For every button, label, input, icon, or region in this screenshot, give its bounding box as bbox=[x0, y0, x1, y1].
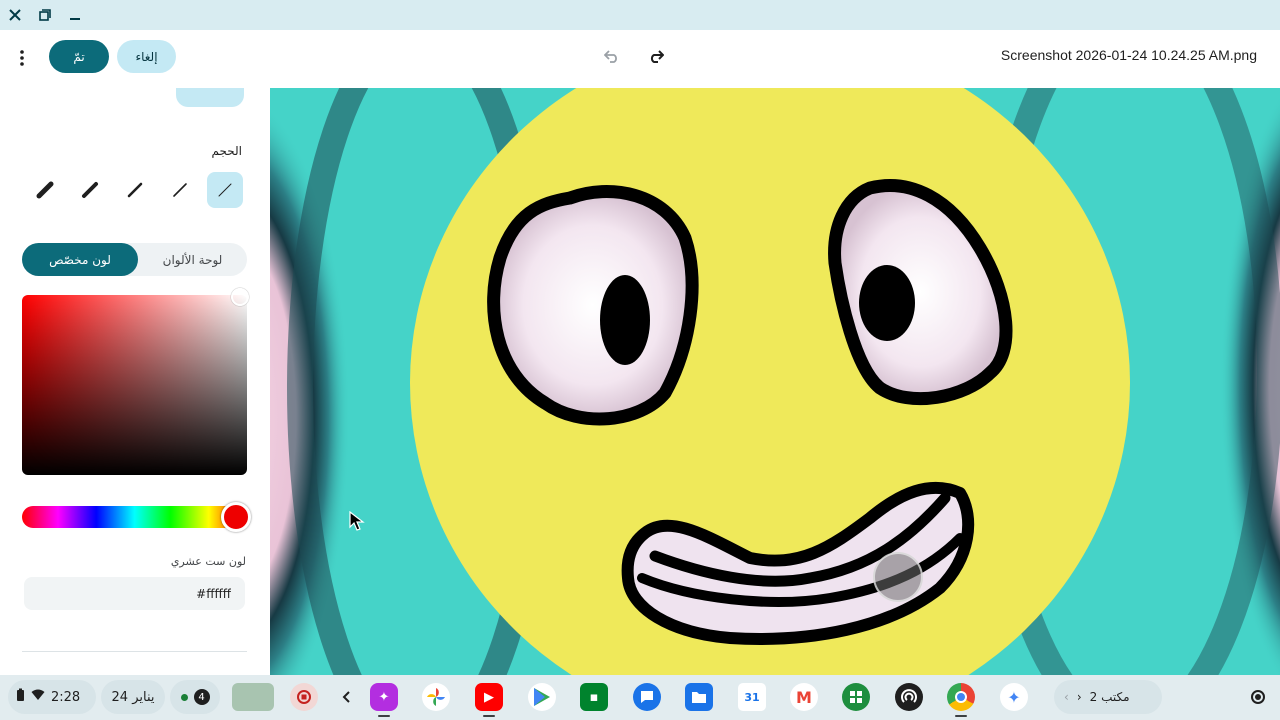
running-indicator bbox=[483, 715, 495, 717]
hex-color-input[interactable] bbox=[24, 577, 245, 610]
size-label: الحجم bbox=[211, 144, 242, 158]
file-title: Screenshot 2026-01-24 10.24.25 AM.png bbox=[1000, 47, 1257, 63]
done-button[interactable]: تمّ bbox=[49, 40, 109, 73]
panel-divider bbox=[22, 651, 247, 652]
restore-icon[interactable] bbox=[35, 5, 55, 25]
touch-indicator bbox=[873, 552, 923, 602]
hex-color-label: لون ست عشري bbox=[170, 555, 246, 568]
battery-icon bbox=[16, 688, 25, 706]
close-icon[interactable] bbox=[5, 5, 25, 25]
clock-time: 2:28 bbox=[51, 689, 81, 705]
desk-preview-icon[interactable] bbox=[232, 683, 274, 711]
cancel-button[interactable]: إلغاء bbox=[117, 40, 176, 73]
running-indicator bbox=[378, 715, 390, 717]
screen-record-icon[interactable] bbox=[290, 683, 318, 711]
minimize-icon[interactable] bbox=[65, 5, 85, 25]
status-tray[interactable]: 2:28 bbox=[8, 680, 96, 714]
size-option-large[interactable] bbox=[72, 172, 108, 208]
drawn-face-image bbox=[270, 88, 1280, 675]
chat-icon[interactable] bbox=[633, 683, 661, 711]
size-option-extra-small[interactable] bbox=[207, 172, 243, 208]
hue-slider-handle[interactable] bbox=[221, 502, 251, 532]
desk-label: مكتب 2 bbox=[1089, 690, 1130, 704]
system-shelf: 2:28 24 يناير 4 ✦ ▶ ▪ 31 M ✦ ‹ › مكتب 2 bbox=[0, 675, 1280, 720]
play-store-icon[interactable] bbox=[528, 683, 556, 711]
hue-slider[interactable] bbox=[22, 506, 247, 528]
panel-top-button[interactable] bbox=[176, 88, 244, 107]
chevron-right-icon[interactable]: › bbox=[1077, 690, 1082, 704]
more-options-icon[interactable] bbox=[12, 46, 32, 70]
notification-tray[interactable]: 4 bbox=[170, 680, 220, 714]
photos-icon[interactable] bbox=[422, 683, 450, 711]
window-titlebar bbox=[0, 0, 1280, 30]
saturation-value-handle[interactable] bbox=[231, 288, 249, 306]
screen-capture-icon[interactable]: ✦ bbox=[370, 683, 398, 711]
size-option-medium[interactable] bbox=[117, 172, 153, 208]
mouse-cursor-icon bbox=[349, 510, 365, 535]
youtube-icon[interactable]: ▶ bbox=[475, 683, 503, 711]
podcasts-icon[interactable] bbox=[895, 683, 923, 711]
files-icon[interactable] bbox=[685, 683, 713, 711]
virtual-desk-switcher[interactable]: ‹ › مكتب 2 bbox=[1054, 680, 1162, 714]
running-indicator bbox=[955, 715, 967, 717]
launcher-icon[interactable] bbox=[1244, 683, 1272, 711]
date-tray[interactable]: 24 يناير bbox=[101, 680, 165, 714]
notification-dot bbox=[180, 693, 188, 701]
editor-header: تمّ إلغاء Screenshot 2026-01-24 10.24.25… bbox=[0, 30, 1280, 88]
palette-tab[interactable]: لوحة الألوان bbox=[138, 243, 247, 276]
undo-icon[interactable] bbox=[601, 45, 623, 67]
wifi-icon bbox=[31, 689, 45, 705]
image-canvas[interactable] bbox=[270, 88, 1280, 675]
sheets-icon[interactable] bbox=[842, 683, 870, 711]
redo-icon[interactable] bbox=[645, 45, 667, 67]
gmail-icon[interactable]: M bbox=[790, 683, 818, 711]
notification-count: 4 bbox=[193, 689, 210, 705]
gemini-icon[interactable]: ✦ bbox=[1000, 683, 1028, 711]
drawing-options-panel: الحجم لون مخصّص لوحة الألوان لون ست عشري bbox=[0, 88, 270, 675]
custom-color-tab[interactable]: لون مخصّص bbox=[22, 243, 138, 276]
saturation-value-picker[interactable] bbox=[22, 295, 247, 475]
color-mode-toggle: لون مخصّص لوحة الألوان bbox=[22, 243, 247, 276]
chrome-icon[interactable] bbox=[947, 683, 975, 711]
chevron-left-icon[interactable]: ‹ bbox=[1064, 690, 1069, 704]
calendar-icon[interactable]: 31 bbox=[738, 683, 766, 711]
chevron-left-icon[interactable] bbox=[333, 683, 361, 711]
size-option-extra-large[interactable] bbox=[27, 172, 63, 208]
size-option-small[interactable] bbox=[162, 172, 198, 208]
meet-icon[interactable]: ▪ bbox=[580, 683, 608, 711]
